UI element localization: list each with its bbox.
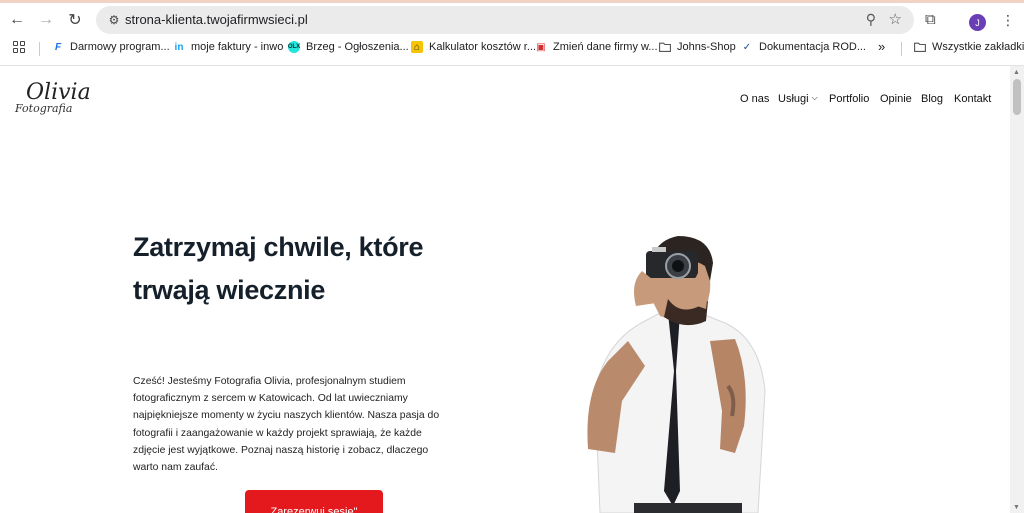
bookmarks-divider (39, 42, 40, 56)
hero-title-line: trwają wiecznie (133, 275, 326, 305)
profile-avatar[interactable]: J (969, 14, 986, 31)
bookmark-label: Dokumentacja ROD... (759, 41, 866, 53)
bookmark-item-4[interactable]: ⌂ Kalkulator kosztów r... (411, 41, 536, 53)
web-page: Olivia Fotografia O nas Usługi ⌵ Portfoli… (0, 66, 1010, 513)
nav-item-uslugi[interactable]: Usługi ⌵ (778, 93, 818, 105)
browser-toolbar: ← → ↻ ⚙ strona-klienta.twojafirmwsieci.p… (0, 3, 1024, 36)
bookmark-star-icon[interactable]: ☆ (889, 10, 902, 28)
nav-item-opinie[interactable]: Opinie (880, 93, 912, 105)
reload-icon[interactable]: ↻ (64, 9, 86, 31)
bookmark-item-6[interactable]: Johns-Shop (659, 41, 736, 53)
bookmark-olx-icon: OLX (288, 41, 300, 53)
nav-item-o-nas[interactable]: O nas (740, 93, 769, 105)
bookmarks-bar: F Darmowy program... in moje faktury - i… (0, 38, 1024, 60)
bookmark-label: Wszystkie zakładki (932, 41, 1024, 53)
logo-sub-text: Fotografia (15, 102, 73, 115)
scroll-up-icon[interactable]: ▲ (1013, 69, 1020, 76)
nav-item-kontakt[interactable]: Kontakt (954, 93, 991, 105)
bookmark-f-icon: F (54, 41, 62, 53)
photographer-photo (587, 236, 766, 513)
forward-icon[interactable]: → (35, 9, 57, 31)
site-settings-icon[interactable]: ⚙ (105, 11, 123, 29)
bookmarks-divider (901, 42, 902, 56)
bookmark-label: Johns-Shop (677, 41, 736, 53)
hero-title-line: Zatrzymaj chwile, które (133, 232, 424, 262)
address-bar[interactable]: ⚙ strona-klienta.twojafirmwsieci.pl ⚲ ☆ (96, 6, 914, 34)
hero-title: Zatrzymaj chwile, które trwają wiecznie (133, 226, 473, 312)
apps-grid-icon[interactable] (13, 41, 27, 55)
chevron-down-icon: ⌵ (811, 93, 818, 102)
back-icon[interactable]: ← (6, 9, 28, 31)
zoom-icon[interactable]: ⚲ (866, 11, 876, 28)
bookmark-shield-icon: ✓ (742, 41, 752, 53)
bookmark-item-3[interactable]: OLX Brzeg - Ogłoszenia... (288, 41, 409, 53)
bookmark-eagle-icon: ▣ (536, 41, 546, 53)
bookmark-label: Darmowy program... (70, 41, 170, 53)
bookmark-calculator-icon: ⌂ (411, 41, 423, 53)
url-text[interactable]: strona-klienta.twojafirmwsieci.pl (125, 12, 308, 27)
all-bookmarks-button[interactable]: Wszystkie zakładki (914, 41, 1024, 53)
bookmark-label: moje faktury - inwo (191, 41, 284, 53)
extensions-icon[interactable]: ⧉ (925, 11, 936, 28)
nav-item-label: Usługi (778, 93, 809, 105)
scroll-down-icon[interactable]: ▼ (1013, 504, 1020, 511)
site-logo[interactable]: Olivia Fotografia (14, 80, 94, 120)
bookmark-item-2[interactable]: in moje faktury - inwo (173, 41, 284, 53)
browser-menu-icon[interactable]: ⋮ (1001, 12, 1015, 29)
hero-description: Cześć! Jesteśmy Fotografia Olivia, profe… (133, 376, 440, 474)
browser-chrome: ← → ↻ ⚙ strona-klienta.twojafirmwsieci.p… (0, 0, 1024, 66)
book-session-button[interactable]: Zarezerwuj sesję" (245, 490, 383, 513)
scrollbar-thumb[interactable] (1013, 79, 1021, 115)
bookmark-item-5[interactable]: ▣ Zmień dane firmy w... (535, 41, 658, 53)
bookmark-inwo-icon: in (174, 41, 184, 53)
folder-icon (914, 41, 926, 53)
more-bookmarks-button[interactable]: » (878, 39, 885, 54)
bookmark-label: Brzeg - Ogłoszenia... (306, 41, 409, 53)
bookmark-item-7[interactable]: ✓ Dokumentacja ROD... (741, 41, 866, 53)
nav-item-portfolio[interactable]: Portfolio (829, 93, 869, 105)
page-scrollbar[interactable]: ▲ ▼ (1010, 66, 1024, 513)
nav-item-blog[interactable]: Blog (921, 93, 943, 105)
bookmark-label: Zmień dane firmy w... (553, 41, 658, 53)
bookmark-label: Kalkulator kosztów r... (429, 41, 536, 53)
folder-icon (659, 41, 671, 53)
bookmark-item-1[interactable]: F Darmowy program... (52, 41, 170, 53)
